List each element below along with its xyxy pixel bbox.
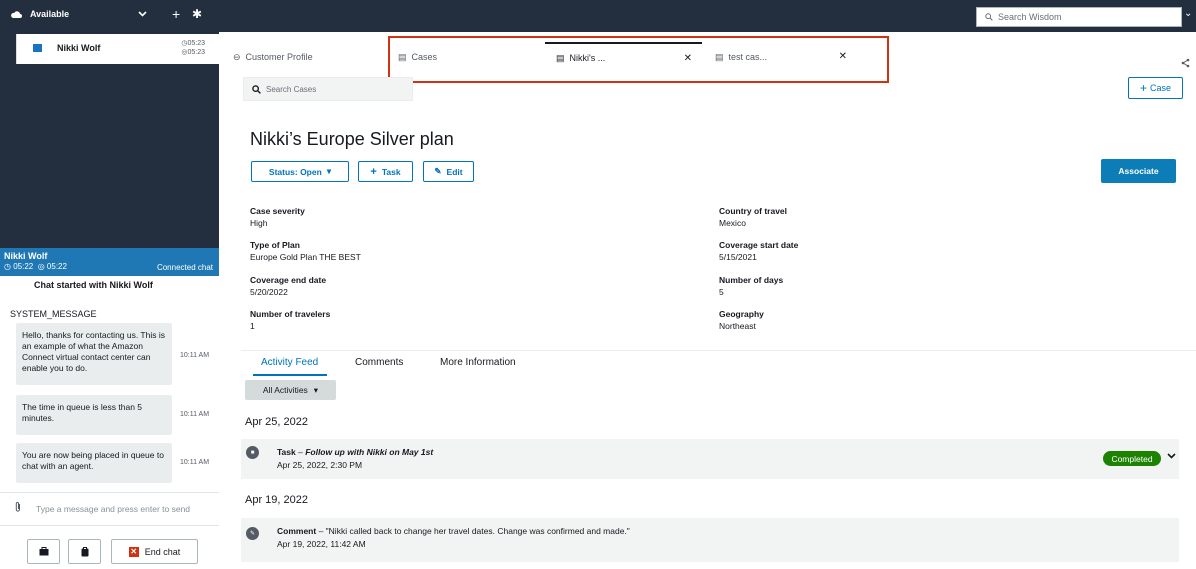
divider xyxy=(0,525,219,526)
chat-message: You are now being placed in queue to cha… xyxy=(16,443,172,483)
agent-status-label: Available xyxy=(30,9,70,19)
activity-text: Comment – "Nikki called back to change h… xyxy=(277,526,630,549)
activity-filter-dropdown[interactable]: All Activities ▾ xyxy=(245,380,336,400)
add-task-button[interactable]: + Task xyxy=(358,161,413,182)
chat-contact-name: Nikki Wolf xyxy=(4,251,48,261)
top-bar: Available + ✱ Search Wisdom ⌄ xyxy=(0,0,1196,32)
activity-item-task[interactable]: ■ Task – Follow up with Nikki on May 1st… xyxy=(241,439,1179,479)
add-icon[interactable]: + xyxy=(172,6,180,22)
contact-name: Nikki Wolf xyxy=(57,43,101,53)
comment-icon: ✎ xyxy=(246,527,259,540)
agent-status-dropdown[interactable]: Available xyxy=(10,9,147,19)
activity-item-comment[interactable]: ✎ Comment – "Nikki called back to change… xyxy=(241,518,1179,562)
message-time: 10:11 AM xyxy=(180,411,210,418)
caret-down-icon: ▾ xyxy=(313,384,319,395)
field-case-severity: Case severity High xyxy=(250,206,305,228)
tab-comments[interactable]: Comments xyxy=(355,357,403,368)
chevron-down-icon[interactable]: ⌄ xyxy=(1184,8,1192,19)
briefcase-button[interactable] xyxy=(27,539,60,564)
task-icon: ■ xyxy=(246,446,259,459)
field-geography: Geography Northeast xyxy=(719,309,764,331)
activity-text: Task – Follow up with Nikki on May 1st A… xyxy=(277,447,434,470)
gear-icon[interactable]: ✱ xyxy=(192,7,202,21)
tab-activity-feed[interactable]: Activity Feed xyxy=(261,357,318,368)
clock-icon: ◷ xyxy=(4,262,11,271)
chat-header: Nikki Wolf ◷ 05:22 ◎ 05:22 Connected cha… xyxy=(0,248,219,276)
associate-button[interactable]: Associate xyxy=(1101,159,1176,183)
activity-date: Apr 19, 2022 xyxy=(245,494,308,506)
field-coverage-end-date: Coverage end date 5/20/2022 xyxy=(250,275,327,297)
status-badge: Completed xyxy=(1103,451,1161,466)
timer-icon: ◎ xyxy=(37,262,45,271)
field-country-of-travel: Country of travel Mexico xyxy=(719,206,788,228)
profile-icon: ⊖ xyxy=(233,51,241,62)
tabs-highlight-box xyxy=(388,36,889,83)
end-chat-button[interactable]: ✕ End chat xyxy=(111,539,198,564)
plus-icon: + xyxy=(370,165,377,178)
search-icon xyxy=(985,13,993,21)
paperclip-icon[interactable] xyxy=(14,501,22,513)
active-tab-indicator xyxy=(253,374,327,376)
chevron-down-icon[interactable] xyxy=(1167,451,1176,460)
search-wisdom-placeholder: Search Wisdom xyxy=(998,12,1062,22)
contact-timer: ◷05:23 xyxy=(181,40,205,47)
case-title: Nikki’s Europe Silver plan xyxy=(250,129,454,149)
chat-icon xyxy=(33,44,42,52)
message-time: 10:11 AM xyxy=(180,459,210,466)
hold-button[interactable] xyxy=(68,539,101,564)
divider xyxy=(241,350,1196,351)
field-number-of-days: Number of days 5 xyxy=(719,275,784,297)
status-dropdown[interactable]: Status: Open ▾ xyxy=(251,161,349,182)
edit-button[interactable]: ✎ Edit xyxy=(423,161,474,182)
pencil-icon: ✎ xyxy=(434,166,442,176)
message-time: 10:11 AM xyxy=(180,352,210,359)
tab-more-information[interactable]: More Information xyxy=(440,357,516,368)
caret-down-icon: ▾ xyxy=(326,166,332,176)
add-case-button[interactable]: + Case xyxy=(1128,77,1183,99)
contact-timer: ◎05:23 xyxy=(181,49,205,56)
field-coverage-start-date: Coverage start date 5/15/2021 xyxy=(719,240,799,262)
cases-workspace: ⊖ Customer Profile ▤ Cases ▤ Nikki's ...… xyxy=(219,32,1196,569)
plus-icon: + xyxy=(1139,81,1147,95)
briefcase-icon xyxy=(39,547,48,556)
search-cases-input[interactable]: Search Cases xyxy=(243,77,413,101)
chat-message: The time in queue is less than 5 minutes… xyxy=(16,395,172,435)
tab-customer-profile[interactable]: ⊖ Customer Profile xyxy=(233,42,353,72)
chat-message: Hello, thanks for contacting us. This is… xyxy=(16,323,172,385)
chevron-down-icon xyxy=(138,9,147,18)
chat-composer[interactable]: Type a message and press enter to send xyxy=(0,497,219,519)
clipboard-icon xyxy=(81,546,88,556)
end-chat-label: End chat xyxy=(144,546,181,557)
message-input[interactable]: Type a message and press enter to send xyxy=(36,504,190,514)
field-number-of-travelers: Number of travelers 1 xyxy=(250,309,331,331)
system-message-label: SYSTEM_MESSAGE xyxy=(10,309,97,319)
search-wisdom-input[interactable]: Search Wisdom xyxy=(976,7,1182,27)
chat-timers: ◷ 05:22 ◎ 05:22 xyxy=(4,262,67,271)
field-type-of-plan: Type of Plan Europe Gold Plan THE BEST xyxy=(250,240,361,262)
share-icon[interactable] xyxy=(1181,58,1190,68)
chat-started-text: Chat started with Nikki Wolf xyxy=(34,280,153,290)
search-icon xyxy=(252,84,261,94)
chat-status: Connected chat xyxy=(156,263,213,272)
cloud-icon xyxy=(11,10,22,18)
divider xyxy=(0,492,219,493)
contact-card[interactable]: Nikki Wolf ◷05:23 ◎05:23 xyxy=(16,34,219,64)
close-icon: ✕ xyxy=(128,546,139,557)
activity-date: Apr 25, 2022 xyxy=(245,416,308,428)
